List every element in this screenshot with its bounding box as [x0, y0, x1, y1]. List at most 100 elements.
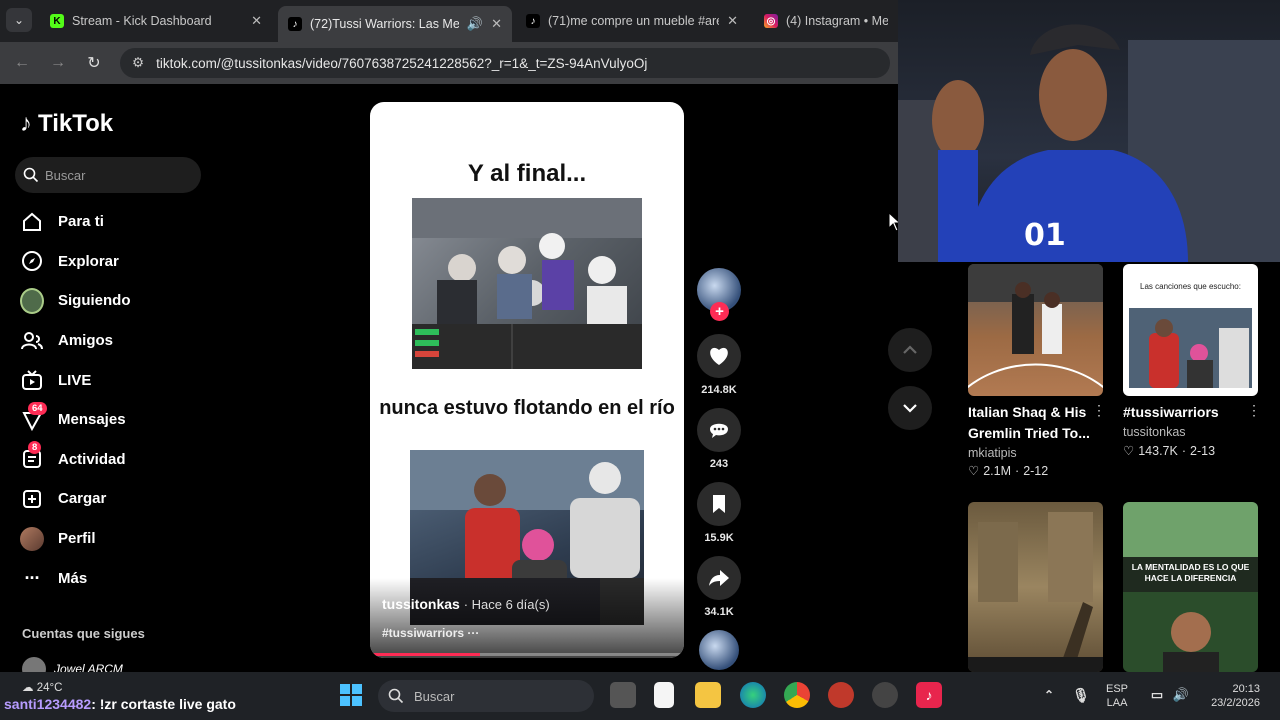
related-video-thumb-3[interactable]	[968, 502, 1103, 672]
language-code: ESP	[1106, 683, 1129, 695]
save-action[interactable]: 15.9K	[696, 482, 742, 544]
related-video-stats-2: ♡ 143.7K · 2-13	[1123, 443, 1215, 459]
obs-icon[interactable]	[872, 682, 898, 708]
separator-dot: ·	[1181, 443, 1187, 458]
search-input[interactable]: Buscar	[15, 157, 201, 193]
sidebar-item-mensajes[interactable]: 64 Mensajes	[20, 400, 220, 440]
related-video-author-2[interactable]: tussitonkas	[1123, 425, 1186, 439]
tab-title: (4) Instagram • Mensa	[786, 14, 888, 28]
more-options-icon[interactable]: ⋮	[1092, 402, 1106, 419]
tab-instagram[interactable]: ◎ (4) Instagram • Mensa	[754, 6, 898, 36]
tiktok-icon: ♪	[288, 17, 302, 31]
previous-video-button[interactable]	[888, 328, 932, 372]
tab-kick-dashboard[interactable]: K Stream - Kick Dashboard ✕	[40, 6, 272, 36]
share-icon[interactable]	[697, 556, 741, 600]
edge-browser-icon[interactable]	[740, 682, 766, 708]
reload-icon[interactable]: ↻	[84, 53, 104, 73]
tab-tiktok-tussi-warriors[interactable]: ♪ (72)Tussi Warriors: Las Mejo 🔊 ✕	[278, 6, 512, 42]
address-bar[interactable]: ⚙ tiktok.com/@tussitonkas/video/76076387…	[120, 48, 890, 78]
system-clock[interactable]: 20:13 23/2/2026	[1200, 682, 1260, 710]
network-icon[interactable]: ▭	[1144, 682, 1170, 708]
sidebar-item-label: Más	[58, 569, 88, 587]
following-section-title: Cuentas que sigues	[22, 626, 145, 641]
taskbar-search-placeholder: Buscar	[414, 688, 455, 704]
tab-tiktok-mueble[interactable]: ♪ (71)me compre un mueble #are ✕	[516, 6, 748, 36]
sidebar-item-explorar[interactable]: Explorar	[20, 242, 220, 282]
tiktok-logo[interactable]: ♪ TikTok	[20, 110, 113, 138]
keyboard-layout: LAA	[1106, 697, 1128, 709]
related-video-title-2[interactable]: #tussiwarriors	[1123, 402, 1219, 423]
tab-title: (71)me compre un mueble #are	[548, 14, 720, 28]
sidebar-item-label: Siguiendo	[58, 292, 131, 310]
heart-outline-icon: ♡	[968, 464, 980, 478]
related-video-thumb-2[interactable]: Las canciones que escucho:	[1123, 264, 1258, 396]
url-text: tiktok.com/@tussitonkas/video/7607638725…	[156, 55, 648, 71]
chrome-browser-icon[interactable]	[784, 682, 810, 708]
close-tab-icon[interactable]: ✕	[727, 13, 738, 29]
sidebar-item-para-ti[interactable]: Para ti	[20, 202, 220, 242]
sidebar-item-label: Amigos	[58, 332, 114, 350]
related-video-author-1[interactable]: mkiatipis	[968, 446, 1017, 460]
sidebar-item-mas[interactable]: ··· Más	[20, 558, 220, 598]
profile-icon	[20, 526, 44, 551]
related-video-title-1[interactable]: Italian Shaq & His Gremlin Tried To...	[968, 402, 1090, 444]
video-author[interactable]: tussitonkas · Hace 6 día(s)	[382, 596, 550, 612]
sidebar-item-amigos[interactable]: Amigos	[20, 321, 220, 361]
related-video-thumb-4[interactable]: LA MENTALIDAD ES LO QUE HACE LA DIFERENC…	[1123, 502, 1258, 672]
music-disc-icon[interactable]	[699, 630, 739, 670]
tab-search-button[interactable]: ⌄	[6, 8, 32, 32]
creator-avatar-action[interactable]: +	[696, 268, 742, 321]
sidebar-item-actividad[interactable]: 8 Actividad	[20, 440, 220, 480]
language-indicator[interactable]: ESP LAA	[1106, 682, 1128, 710]
audio-icon[interactable]: 🔊	[467, 16, 483, 32]
upload-icon	[20, 487, 44, 511]
sidebar-item-label: Cargar	[58, 490, 107, 508]
chevron-up-icon[interactable]: ⌃	[1036, 682, 1062, 708]
search-icon	[388, 688, 404, 704]
forward-icon[interactable]: →	[48, 53, 68, 73]
like-action[interactable]: 214.8K	[696, 334, 742, 396]
volume-icon[interactable]: 🔊	[1168, 682, 1194, 708]
heart-icon[interactable]	[697, 334, 741, 378]
task-view-icon[interactable]	[610, 682, 636, 708]
stream-chat-message: santi1234482: !zr cortaste live gato	[4, 696, 236, 712]
file-icon[interactable]	[654, 682, 674, 708]
video-hashtag[interactable]: #tussiwarriors ···	[382, 626, 479, 640]
weather-widget[interactable]: ☁ 24°C	[22, 680, 62, 694]
video-progress-bar[interactable]	[370, 653, 684, 656]
comment-icon[interactable]	[697, 408, 741, 452]
sidebar-item-label: Mensajes	[58, 411, 126, 429]
chevron-up-icon	[903, 345, 917, 354]
sound-avatar-action[interactable]	[696, 630, 742, 670]
file-explorer-icon[interactable]	[695, 682, 721, 708]
like-count: 214.8K	[701, 384, 737, 396]
video-author-name[interactable]: tussitonkas	[382, 596, 460, 612]
taskbar-search[interactable]: Buscar	[378, 680, 594, 712]
related-video-thumb-1[interactable]	[968, 264, 1103, 396]
save-count: 15.9K	[704, 532, 734, 544]
microphone-icon[interactable]: 🎙	[1068, 682, 1094, 708]
follow-plus-icon[interactable]: +	[710, 302, 729, 321]
close-tab-icon[interactable]: ✕	[251, 13, 262, 29]
next-video-button[interactable]	[888, 386, 932, 430]
back-icon[interactable]: ←	[12, 53, 32, 73]
bookmark-icon[interactable]	[697, 482, 741, 526]
sidebar-item-perfil[interactable]: Perfil	[20, 519, 220, 559]
video-player[interactable]: Y al final... nunca estuvo flotando en e…	[370, 102, 684, 658]
more-options-icon[interactable]: ⋮	[1247, 402, 1261, 419]
windows-start-icon[interactable]	[338, 682, 364, 708]
avatar[interactable]: +	[697, 268, 741, 321]
messages-badge: 64	[28, 401, 47, 415]
comment-action[interactable]: 243	[696, 408, 742, 470]
close-tab-icon[interactable]: ✕	[491, 16, 502, 32]
search-placeholder: Buscar	[45, 167, 86, 183]
tiktok-app-icon[interactable]: ♪	[916, 682, 942, 708]
share-action[interactable]: 34.1K	[696, 556, 742, 618]
site-info-icon[interactable]: ⚙	[132, 55, 144, 71]
sidebar-item-live[interactable]: LIVE	[20, 360, 220, 400]
tiktok-icon: ♪	[526, 14, 540, 28]
sidebar-item-cargar[interactable]: Cargar	[20, 479, 220, 519]
app-red-icon[interactable]	[828, 682, 854, 708]
sidebar-item-siguiendo[interactable]: Siguiendo	[20, 281, 220, 321]
video-posted-time: · Hace 6 día(s)	[463, 597, 550, 612]
